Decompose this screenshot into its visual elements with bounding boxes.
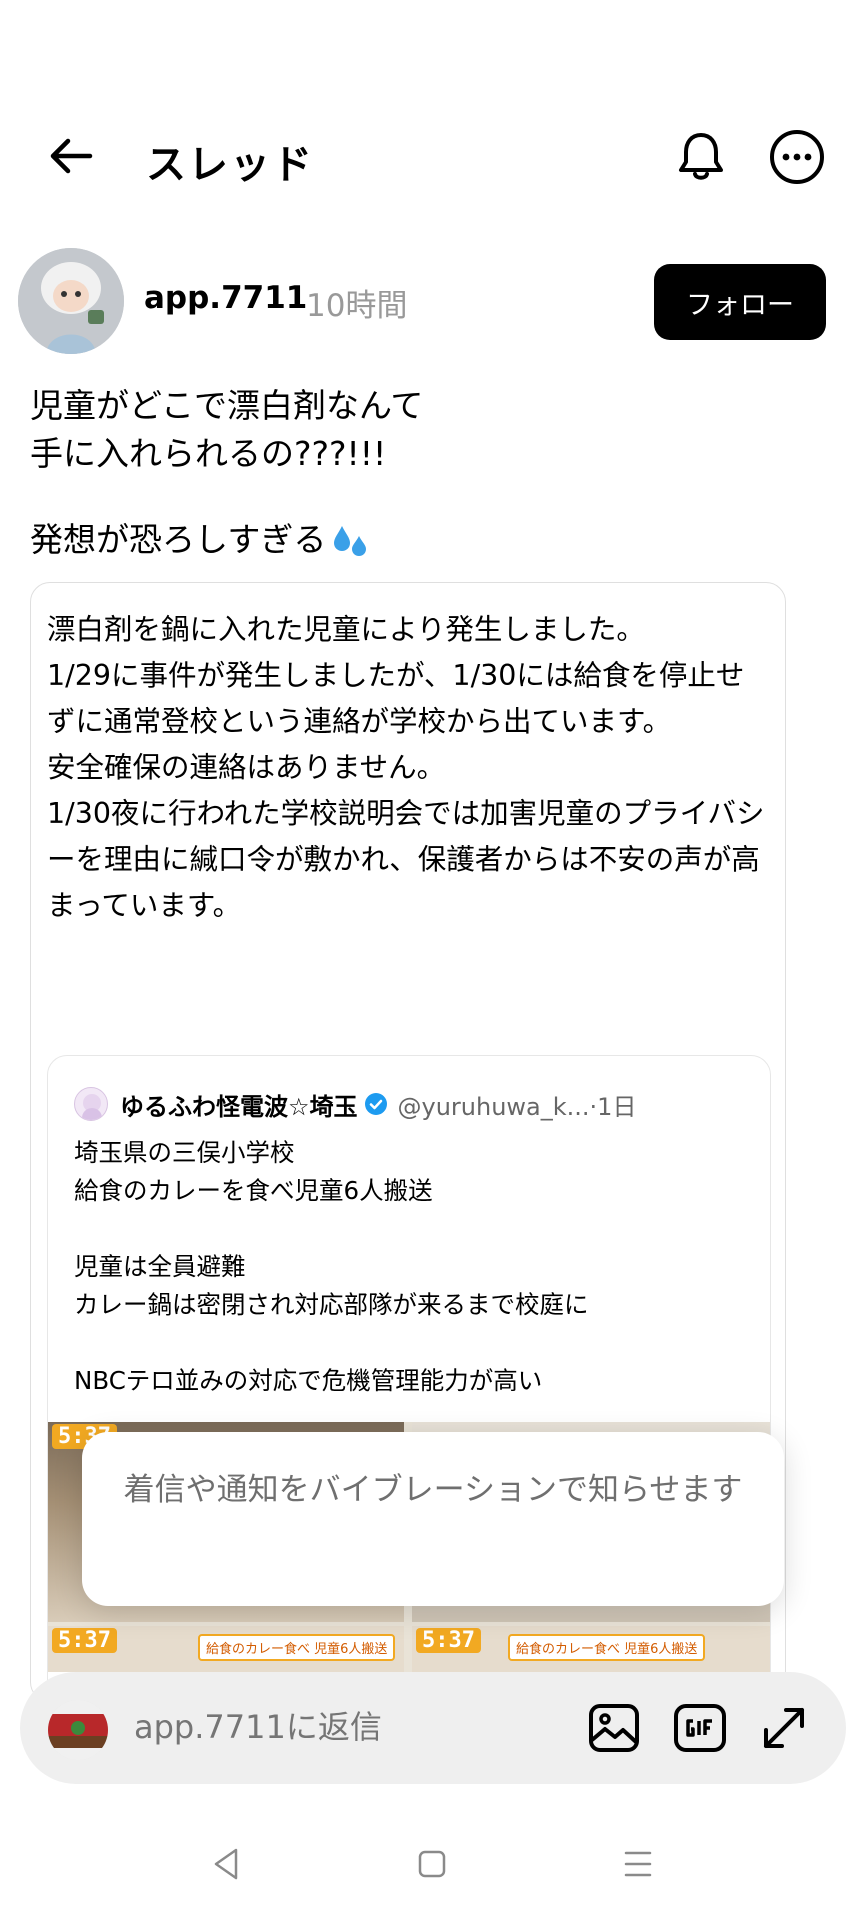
more-options-button[interactable] (768, 128, 826, 186)
reply-input[interactable] (134, 1702, 464, 1752)
reply-bar (20, 1672, 846, 1784)
system-back-button[interactable] (206, 1842, 246, 1886)
gif-icon (674, 1704, 726, 1752)
toast-text: 着信や通知をバイブレーションで知らせます (123, 1472, 743, 1508)
quoted-body: 埼玉県の三俣小学校 給食のカレーを食べ児童6人搬送 児童は全員避難 カレー鍋は密… (74, 1138, 589, 1395)
post-text-line-3-label: 発想が恐ろしすぎる (30, 520, 327, 559)
post-header: app.7711 10時間 フォロー (0, 248, 864, 358)
news-caption-2: 給食のカレー食べ 児童6人搬送 (508, 1634, 706, 1661)
more-horizontal-icon (770, 130, 824, 184)
post-text-line-1: 児童がどこで漂白剤なんて (30, 386, 424, 425)
post-text-line-2: 手に入れられるの???!!! (30, 434, 387, 473)
reply-avatar (48, 1700, 108, 1760)
notifications-button[interactable] (672, 128, 730, 186)
menu-lines-icon (624, 1851, 652, 1877)
verified-badge-icon (364, 1093, 387, 1115)
system-home-button[interactable] (410, 1842, 454, 1886)
system-nav-bar (0, 1830, 864, 1910)
post-text-line-3: 発想が恐ろしすぎる (30, 516, 370, 564)
expand-composer-button[interactable] (756, 1700, 812, 1756)
news-timestamp-3: 5:37 (416, 1628, 481, 1653)
news-timestamp-2: 5:37 (52, 1628, 117, 1653)
page-title: スレッド (146, 142, 314, 188)
quoted-name: ゆるふわ怪電波☆埼玉 (120, 1092, 358, 1121)
top-bar: スレッド (0, 110, 864, 202)
news-caption-1: 給食のカレー食べ 児童6人搬送 (198, 1634, 396, 1661)
quoted-avatar (74, 1087, 108, 1121)
card-text: 漂白剤を鍋に入れた児童により発生しました。 1/29に事件が発生しましたが、1/… (47, 613, 765, 922)
attach-image-button[interactable] (586, 1700, 642, 1756)
back-button[interactable] (44, 132, 100, 180)
quoted-tweet-header: ゆるふわ怪電波☆埼玉 @yuruhuwa_k...·1日 (74, 1084, 636, 1124)
toast-notification: 着信や通知をバイブレーションで知らせます (82, 1432, 784, 1606)
square-home-icon (418, 1850, 446, 1878)
quoted-handle: @yuruhuwa_k...·1日 (397, 1092, 637, 1121)
avatar[interactable] (18, 248, 124, 354)
bell-icon (679, 133, 723, 180)
sweat-droplets-icon (334, 526, 367, 556)
arrow-left-icon (50, 138, 93, 174)
follow-button[interactable]: フォロー (654, 264, 826, 340)
triangle-back-icon (214, 1848, 238, 1880)
attach-gif-button[interactable] (672, 1700, 728, 1756)
post-time: 10時間 (306, 288, 408, 324)
expand-icon (764, 1708, 804, 1748)
post-username[interactable]: app.7711 (144, 280, 307, 316)
system-recents-button[interactable] (616, 1842, 660, 1886)
media-thumb-3[interactable]: 5:37 給食のカレー食べ 児童6人搬送 (48, 1626, 404, 1672)
image-icon (589, 1704, 639, 1752)
media-thumb-4[interactable]: 5:37 給食のカレー食べ 児童6人搬送 (412, 1626, 770, 1672)
avatar-image (18, 248, 124, 354)
